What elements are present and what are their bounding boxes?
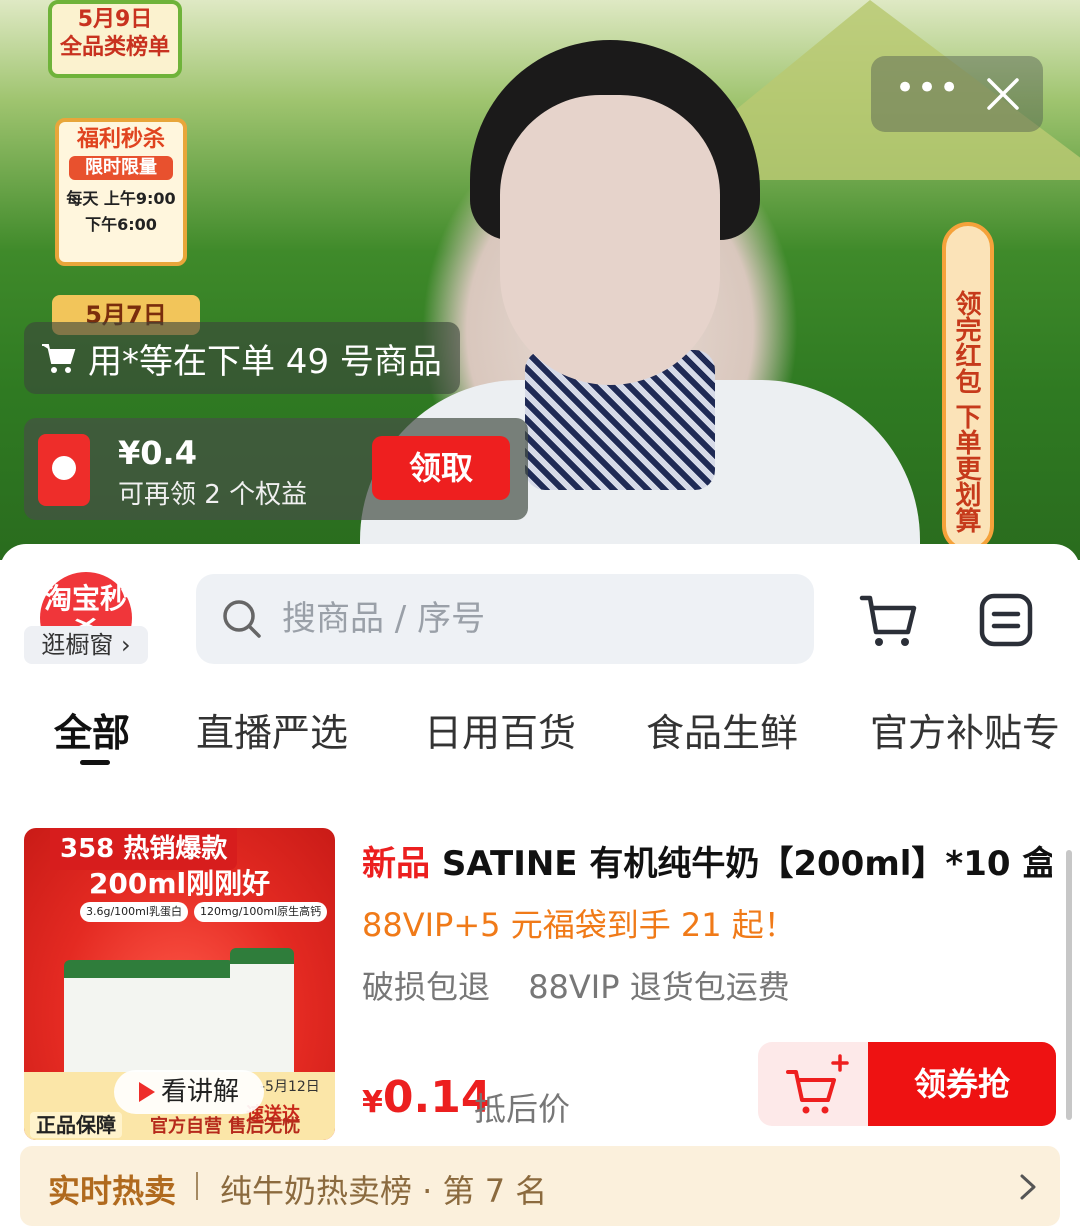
hot-rank-text: 纯牛奶热卖榜 · 第 7 名 bbox=[220, 1172, 548, 1210]
coupon-subtext: 可再领 2 个权益 bbox=[118, 480, 308, 510]
image-spec-calcium: 120mg/100ml原生高钙 bbox=[194, 902, 328, 922]
product-title[interactable]: 新品 SATINE 有机纯牛奶【200ml】*10 盒整 bbox=[362, 836, 1052, 885]
image-headline: 200ml刚刚好 bbox=[88, 867, 271, 900]
browse-window-button[interactable]: 逛橱窗 › bbox=[24, 626, 148, 664]
host-face bbox=[500, 95, 720, 385]
tab-all[interactable]: 全部 bbox=[54, 702, 130, 757]
coupon-price: ¥0.4 bbox=[118, 434, 197, 472]
tab-official-subsidy[interactable]: 官方补贴专 bbox=[870, 702, 1060, 757]
hot-sale-label: 实时热卖 bbox=[48, 1172, 177, 1210]
flash-sale-time: 每天 上午9:00 下午6:00 bbox=[66, 189, 176, 234]
search-input[interactable] bbox=[280, 598, 764, 640]
claim-button[interactable]: 领取 bbox=[372, 436, 510, 500]
add-cart-icon bbox=[786, 1054, 849, 1114]
order-ticker: 用*等在下单 49 号商品 bbox=[24, 322, 460, 394]
flash-sale-badge[interactable]: 福利秒杀 限时限量 每天 上午9:00 下午6:00 bbox=[55, 118, 187, 266]
watch-explain-button[interactable]: 看讲解 bbox=[114, 1070, 264, 1114]
coupon-card[interactable]: ¥0.4 可再领 2 个权益 领取 bbox=[24, 418, 528, 520]
more-icon[interactable]: ••• bbox=[895, 71, 959, 108]
cart-icon bbox=[42, 344, 76, 373]
image-genuine-flag: 正品保障 bbox=[30, 1112, 122, 1138]
tab-fresh-food[interactable]: 食品生鲜 bbox=[646, 702, 798, 757]
top-controls: ••• bbox=[871, 56, 1043, 132]
watch-explain-label: 看讲解 bbox=[160, 1077, 239, 1107]
image-spec-protein: 3.6g/100ml乳蛋白 bbox=[80, 902, 188, 922]
order-ticker-text: 用*等在下单 49 号商品 bbox=[88, 341, 442, 382]
tab-daily-goods[interactable]: 日用百货 bbox=[424, 702, 576, 757]
new-tag: 新品 bbox=[362, 844, 430, 884]
close-icon[interactable] bbox=[983, 74, 1023, 114]
service-tags: 破损包退 88VIP 退货包运费 bbox=[362, 962, 818, 1008]
play-icon bbox=[138, 1082, 155, 1102]
service-tag: 破损包退 bbox=[362, 968, 491, 1006]
image-date-range: -5月12日 bbox=[260, 1079, 320, 1095]
flash-sale-sub: 限时限量 bbox=[69, 156, 173, 180]
scrollbar[interactable] bbox=[1066, 850, 1072, 1120]
grab-coupon-button[interactable]: 领券抢 bbox=[868, 1042, 1056, 1126]
add-to-cart-button[interactable] bbox=[758, 1042, 870, 1126]
search-box[interactable] bbox=[196, 574, 814, 664]
order-list-icon[interactable] bbox=[974, 588, 1038, 652]
flash-sale-title: 福利秒杀 bbox=[76, 127, 165, 152]
price: ¥0.14 bbox=[362, 1072, 491, 1123]
milk-box bbox=[64, 960, 234, 1088]
price-symbol: ¥ bbox=[362, 1085, 383, 1120]
service-tag: 88VIP 退货包运费 bbox=[528, 968, 790, 1006]
category-tabs: 全部 直播严选 日用百货 食品生鲜 官方补贴专 bbox=[0, 696, 1080, 776]
tab-live-select[interactable]: 直播严选 bbox=[196, 702, 348, 757]
tab-underline bbox=[80, 760, 110, 765]
milk-carton bbox=[230, 948, 294, 1086]
promo-line: 88VIP+5 元福袋到手 21 起！ bbox=[362, 906, 796, 944]
product-title-text: SATINE 有机纯牛奶【200ml】*10 盒整 bbox=[430, 844, 1052, 884]
product-image[interactable]: 358 热销爆款 200ml刚刚好 3.6g/100ml乳蛋白 120mg/10… bbox=[24, 828, 335, 1140]
live-video[interactable]: 5月9日 全品类榜单 福利秒杀 限时限量 每天 上午9:00 下午6:00 5月… bbox=[0, 0, 1080, 560]
side-red-packet-banner[interactable]: 领完红包 下单更划算 bbox=[942, 222, 994, 552]
image-bottom-strip: -5月12日 速送达 正品保障 官方自营 售后无忧 看讲解 bbox=[24, 1070, 335, 1140]
search-icon bbox=[223, 600, 261, 638]
divider bbox=[196, 1172, 198, 1200]
image-bottom-text: 官方自营 售后无忧 bbox=[150, 1116, 301, 1137]
red-packet-icon bbox=[38, 434, 90, 506]
cart-icon[interactable] bbox=[856, 588, 920, 652]
hot-sale-bar[interactable]: 实时热卖 纯牛奶热卖榜 · 第 7 名 bbox=[20, 1146, 1060, 1226]
price-note: 抵后价 bbox=[474, 1090, 571, 1128]
product-sheet: 淘宝秒杀 逛橱窗 › 全部 直播严选 日用百货 食品生鲜 官方补贴专 358 热… bbox=[0, 544, 1080, 1226]
chevron-right-icon bbox=[1020, 1174, 1036, 1200]
date-badge[interactable]: 5月9日 全品类榜单 bbox=[48, 0, 182, 78]
